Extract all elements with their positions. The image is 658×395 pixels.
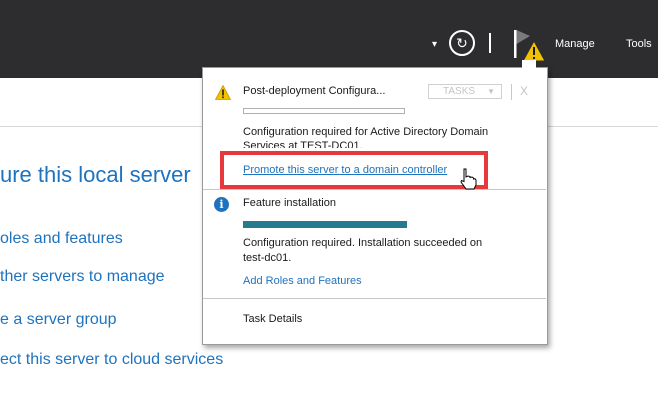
feature-installation-progress-bar bbox=[243, 221, 407, 228]
tools-menu[interactable]: Tools bbox=[626, 38, 652, 50]
add-roles-and-features-link[interactable]: Add Roles and Features bbox=[243, 275, 362, 287]
connect-cloud-services-link[interactable]: ect this server to cloud services bbox=[0, 351, 223, 369]
task-details-link[interactable]: Task Details bbox=[243, 313, 302, 325]
manage-menu[interactable]: Manage bbox=[555, 38, 595, 50]
task-feature-installation-title: Feature installation bbox=[243, 197, 336, 209]
tasks-dropdown-button[interactable]: TASKS ▼ bbox=[428, 84, 502, 99]
toolbar-separator bbox=[489, 33, 491, 53]
create-server-group-link[interactable]: e a server group bbox=[0, 311, 117, 329]
refresh-icon[interactable]: ↻ bbox=[449, 30, 475, 56]
notification-flag-icon[interactable] bbox=[510, 28, 546, 62]
highlight-box bbox=[220, 151, 488, 189]
chevron-down-icon: ▼ bbox=[487, 87, 495, 96]
panel-separator bbox=[511, 84, 512, 100]
panel-pointer bbox=[522, 60, 536, 70]
divider bbox=[203, 298, 546, 299]
task-post-deployment-description-line2: Services at TEST-DC01. bbox=[243, 140, 363, 148]
task-post-deployment-description: Configuration required for Active Direct… bbox=[243, 126, 489, 138]
info-icon: i bbox=[214, 197, 229, 212]
configure-server-heading: ure this local server bbox=[0, 162, 191, 187]
chevron-down-icon[interactable]: ▾ bbox=[432, 40, 442, 50]
task-post-deployment-title: Post-deployment Configura... bbox=[243, 85, 386, 97]
close-button[interactable]: X bbox=[520, 84, 528, 98]
add-roles-link[interactable]: oles and features bbox=[0, 230, 123, 248]
task-feature-installation-description: Configuration required. Installation suc… bbox=[243, 237, 483, 249]
tasks-label: TASKS bbox=[443, 86, 476, 97]
warning-icon bbox=[215, 85, 231, 100]
add-servers-link[interactable]: ther servers to manage bbox=[0, 268, 165, 286]
divider bbox=[203, 189, 546, 190]
hand-cursor-icon bbox=[460, 168, 477, 190]
task-feature-installation-description-line2: test-dc01. bbox=[243, 252, 292, 264]
post-deployment-progress-bar bbox=[243, 108, 405, 114]
